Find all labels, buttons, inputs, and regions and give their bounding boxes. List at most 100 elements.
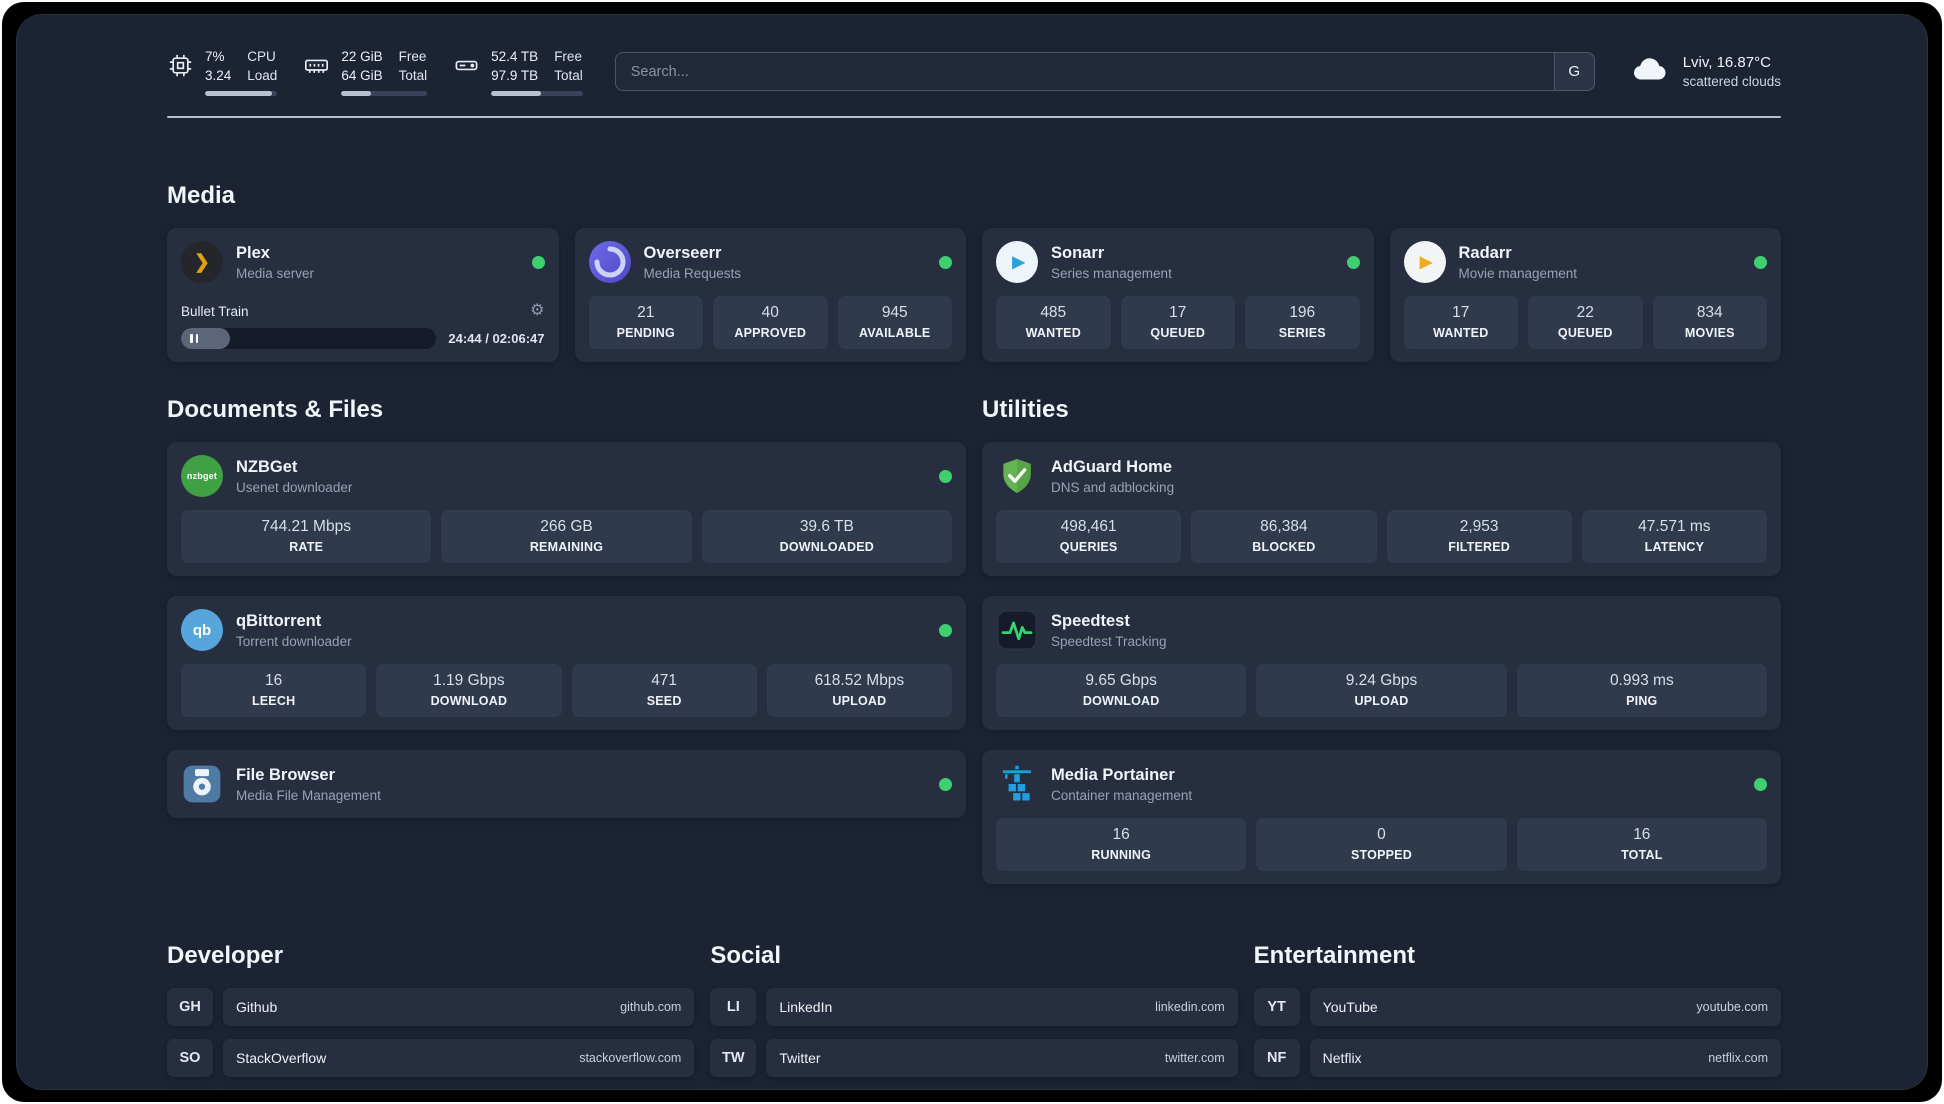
disk-free-label: Free [554,49,582,64]
stat-running: 16 RUNNING [996,818,1247,871]
cpu-metric: 7% 3.24 CPU Load [167,47,278,96]
app-name: AdGuard Home [1051,457,1173,476]
app-name: Sonarr [1051,243,1105,262]
app-subtitle: Speedtest Tracking [1051,633,1167,649]
search-input[interactable] [614,52,1595,91]
link-row: TW Twitter twitter.com [710,1039,1238,1077]
status-dot [1754,777,1767,791]
section-social: Social LI LinkedIn linkedin.com TW Twitt… [710,942,1238,1089]
stat-download: 9.65 Gbps DOWNLOAD [996,664,1247,717]
app-subtitle: Series management [1051,265,1172,281]
link-row: SO StackOverflow stackoverflow.com [167,1039,695,1077]
app-card-overseerr[interactable]: Overseerr Media Requests 21 PENDING 40 A… [574,228,966,362]
cpu-usage-value: 7% [205,49,225,64]
stat-series: 196 SERIES [1245,296,1360,349]
link-row: NF Netflix netflix.com [1253,1039,1781,1077]
app-card-nzbget[interactable]: nzbget NZBGet Usenet downloader 744.21 M… [167,442,966,576]
app-subtitle: DNS and adblocking [1051,479,1175,495]
app-card-adguard[interactable]: AdGuard Home DNS and adblocking 498,461 … [982,442,1781,576]
app-card-plex[interactable]: ❯ Plex Media server Bullet Train ⚙ 24:44… [167,228,559,362]
now-playing-title: Bullet Train [181,303,249,319]
link-row: YT YouTube youtube.com [1253,988,1781,1026]
app-name: qBittorrent [236,611,322,630]
radarr-icon: ▶ [1403,241,1446,283]
speedtest-icon [996,609,1038,651]
stat-upload: 9.24 Gbps UPLOAD [1256,664,1507,717]
status-dot [531,255,545,269]
search-bar: G [614,52,1595,91]
app-card-speedtest[interactable]: Speedtest Speedtest Tracking 9.65 Gbps D… [982,596,1781,730]
youtube-badge: YT [1253,988,1300,1026]
stat-latency: 47.571 ms LATENCY [1581,510,1767,563]
section-utilities: Utilities AdGuard Home DNS and adblockin… [982,396,1781,884]
twitter-badge: TW [710,1039,757,1077]
status-dot [939,255,952,269]
link-youtube[interactable]: YouTube youtube.com [1309,988,1781,1026]
search-engine-button[interactable]: G [1553,52,1595,91]
section-developer: Developer GH Github github.com SO StackO… [167,942,695,1089]
pause-icon[interactable] [190,328,198,349]
status-dot [1346,255,1360,269]
stat-stopped: 0 STOPPED [1256,818,1507,871]
stat-download: 1.19 Gbps DOWNLOAD [376,664,562,717]
app-name: File Browser [236,765,336,784]
stat-queries: 498,461 QUERIES [996,510,1182,563]
cpu-label: CPU [247,49,276,64]
section-media: Media ❯ Plex Media server Bullet Train ⚙ [167,182,1781,362]
stat-downloaded: 39.6 TB DOWNLOADED [701,510,952,563]
app-card-sonarr[interactable]: ▶ Sonarr Series management 485 WANTED 17… [982,228,1374,362]
dashboard: 7% 3.24 CPU Load 22 GiB 64 GiB Free Tota… [16,14,1928,1090]
link-stackoverflow[interactable]: StackOverflow stackoverflow.com [223,1039,695,1077]
developer-section-title: Developer [167,942,284,969]
social-section-title: Social [710,942,782,969]
link-twitter[interactable]: Twitter twitter.com [766,1039,1238,1077]
gear-icon[interactable]: ⚙ [530,303,544,319]
plex-icon: ❯ [181,241,223,283]
documents-section-title: Documents & Files [167,396,384,423]
sonarr-icon: ▶ [996,241,1038,283]
disk-metric: 52.4 TB 97.9 TB Free Total [453,47,583,96]
status-dot [939,623,952,637]
stat-remaining: 266 GB REMAINING [441,510,692,563]
qbittorrent-icon: qb [181,609,223,651]
app-name: Speedtest [1051,611,1130,630]
weather-condition: scattered clouds [1682,73,1781,89]
app-card-filebrowser[interactable]: File Browser Media File Management [167,750,966,818]
app-subtitle: Movie management [1458,265,1578,281]
memory-icon [303,52,330,79]
stat-pending: 21 PENDING [588,296,703,349]
disk-total-value: 97.9 TB [491,68,539,83]
section-documents: Documents & Files nzbget NZBGet Usenet d… [167,396,966,884]
stat-blocked: 86,384 BLOCKED [1191,510,1377,563]
stat-approved: 40 APPROVED [713,296,828,349]
stat-wanted: 485 WANTED [996,296,1111,349]
memory-metric: 22 GiB 64 GiB Free Total [303,47,428,96]
adguard-icon [996,455,1038,497]
status-dot [1754,255,1767,269]
cpu-progress-bar [205,91,278,96]
stat-queued: 17 QUEUED [1120,296,1235,349]
stat-total: 16 TOTAL [1516,818,1767,871]
header-divider [167,116,1781,118]
stat-rate: 744.21 Mbps RATE [181,510,432,563]
media-section-title: Media [167,182,236,209]
app-card-qbittorrent[interactable]: qb qBittorrent Torrent downloader 16 LEE… [167,596,966,730]
section-entertainment: Entertainment YT YouTube youtube.com NF … [1253,942,1781,1089]
app-subtitle: Media Requests [643,265,742,281]
app-card-portainer[interactable]: Media Portainer Container management 16 … [982,750,1781,884]
status-dot [939,777,952,791]
link-github[interactable]: Github github.com [223,988,695,1026]
playback-progress-bar [181,328,437,349]
app-subtitle: Container management [1051,787,1193,803]
app-subtitle: Usenet downloader [236,479,353,495]
link-netflix[interactable]: Netflix netflix.com [1309,1039,1781,1077]
app-card-radarr[interactable]: ▶ Radarr Movie management 17 WANTED 22 Q… [1389,228,1781,362]
cloud-icon [1627,51,1671,92]
memory-total-value: 64 GiB [341,68,383,83]
entertainment-section-title: Entertainment [1253,942,1416,969]
netflix-badge: NF [1253,1039,1300,1077]
cpu-icon [167,52,194,79]
app-name: Plex [236,243,270,262]
link-linkedin[interactable]: LinkedIn linkedin.com [766,988,1238,1026]
utilities-section-title: Utilities [982,396,1069,423]
